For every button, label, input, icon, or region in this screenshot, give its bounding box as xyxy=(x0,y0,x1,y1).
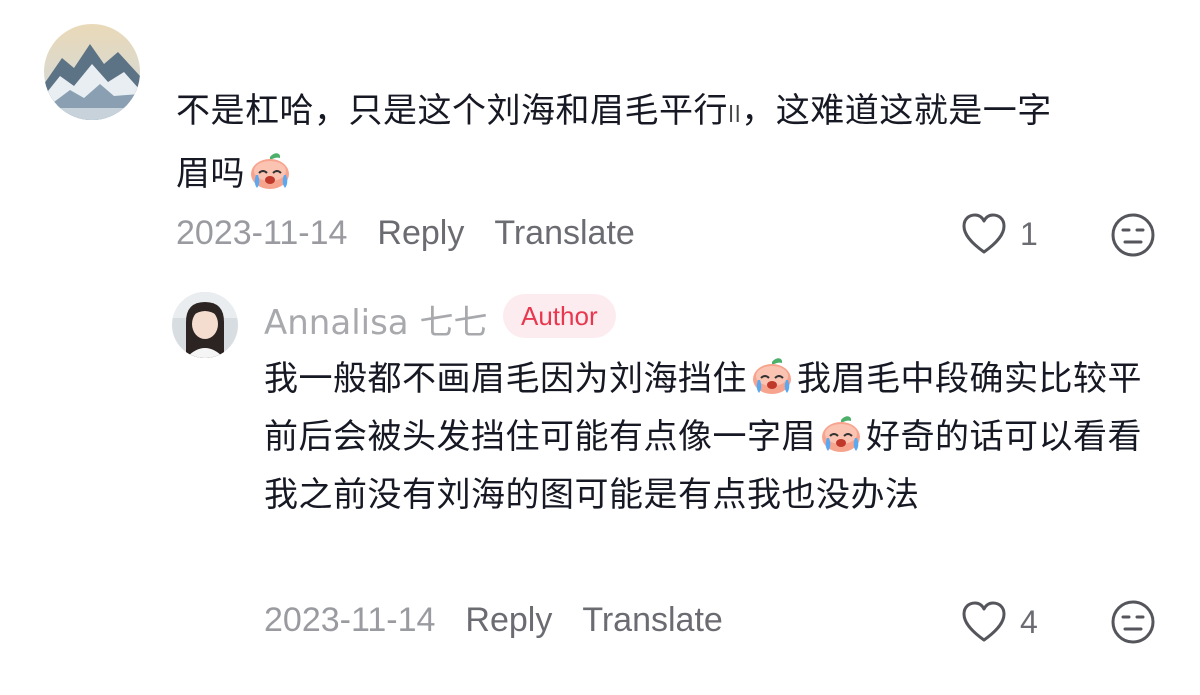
comment-meta-row: 2023-11-14 Reply Translate xyxy=(176,213,635,253)
mountain-avatar-image xyxy=(44,24,140,120)
like-count: 1 xyxy=(1020,215,1038,252)
dislike-button[interactable] xyxy=(1110,212,1156,258)
heart-outline-icon xyxy=(962,213,1006,254)
reply-author-avatar[interactable] xyxy=(172,292,238,358)
comment-text-line1-continued: ，这难道这就是一字 xyxy=(741,91,1052,131)
reply-meta-row: 2023-11-14 Reply Translate xyxy=(264,600,723,640)
crying-peach-emoji-icon xyxy=(753,358,791,394)
reply-button[interactable]: Reply xyxy=(377,214,464,253)
author-badge: Author xyxy=(503,294,616,338)
heart-outline-icon xyxy=(962,601,1006,642)
commenter-avatar[interactable] xyxy=(44,24,140,120)
translate-button[interactable]: Translate xyxy=(494,214,634,253)
reply-text-seg1: 我一般都不画眉毛因为刘海挡住 xyxy=(264,359,747,399)
crying-peach-emoji-icon xyxy=(822,416,860,452)
comment-date: 2023-11-14 xyxy=(176,213,348,252)
neutral-face-icon xyxy=(1111,213,1155,257)
like-button[interactable]: 1 xyxy=(960,212,1038,256)
reply-date: 2023-11-14 xyxy=(264,600,436,639)
reply-text: 我一般都不画眉毛因为刘海挡住 我眉毛中段确实比较平 前后会被头发挡住可能有点像一… xyxy=(264,350,1174,524)
reply-like-count: 4 xyxy=(1020,603,1038,640)
reply-translate-button[interactable]: Translate xyxy=(582,601,722,640)
reply-dislike-button[interactable] xyxy=(1110,599,1156,645)
comment-text-line2: 眉吗 xyxy=(176,154,245,194)
girl-avatar-image xyxy=(172,292,238,358)
reply-reply-button[interactable]: Reply xyxy=(465,601,552,640)
reply-like-button[interactable]: 4 xyxy=(960,600,1038,644)
hidden-username xyxy=(176,30,296,52)
neutral-face-icon xyxy=(1111,600,1155,644)
pause-glyph: ll xyxy=(728,103,742,128)
comment-text: 不是杠哈，只是这个刘海和眉毛平行ll，这难道这就是一字 眉吗 xyxy=(176,82,1166,203)
comment-text-line1: 不是杠哈，只是这个刘海和眉毛平行 xyxy=(176,91,728,131)
crying-peach-emoji-icon xyxy=(251,153,289,189)
reply-username[interactable]: Annalisa 七七 xyxy=(264,295,487,344)
